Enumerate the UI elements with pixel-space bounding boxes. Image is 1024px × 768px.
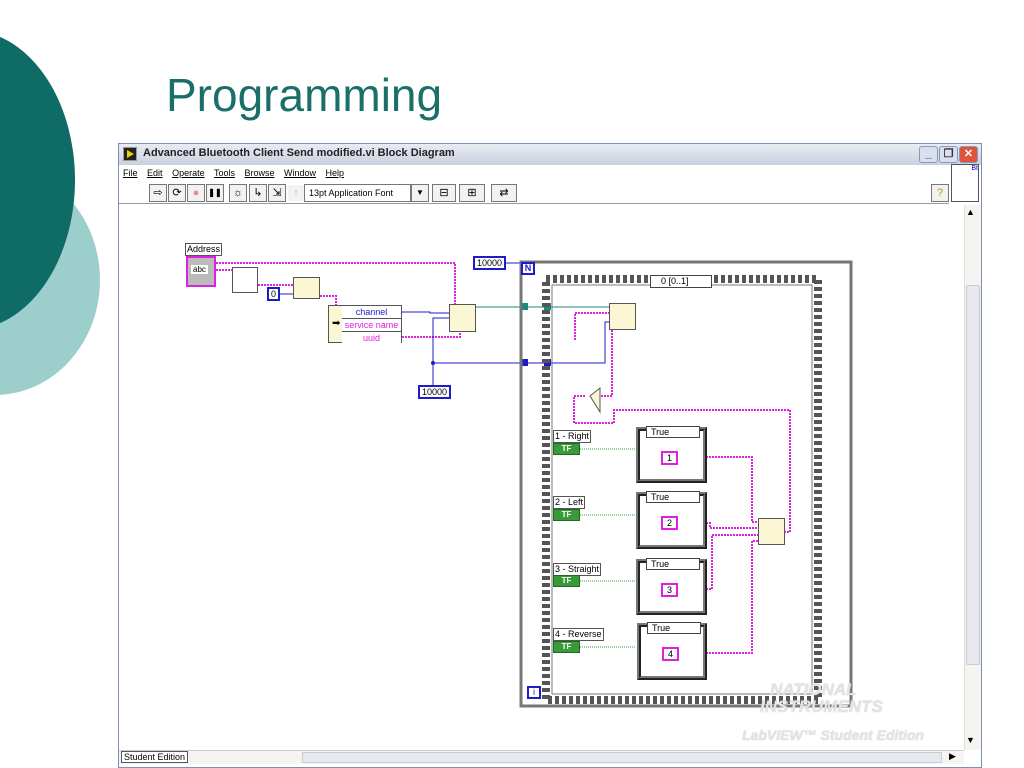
- button-label-reverse: 4 - Reverse: [553, 628, 604, 641]
- cluster-channel: channel: [342, 306, 401, 319]
- cluster-bundle[interactable]: ➡ channel service name uuid: [328, 305, 402, 344]
- case-selector[interactable]: True: [646, 426, 700, 438]
- wires: [216, 260, 853, 708]
- constant-1[interactable]: 1: [661, 451, 678, 465]
- loop-count-terminal[interactable]: N: [521, 262, 535, 275]
- index-array-node[interactable]: [293, 277, 320, 299]
- case-selector[interactable]: True: [647, 622, 701, 634]
- compare-node: [589, 386, 601, 414]
- button-label-left: 2 - Left: [553, 496, 586, 509]
- case-selector[interactable]: True: [646, 558, 700, 570]
- arrow-right-icon: ➡: [332, 318, 341, 329]
- constant-4[interactable]: 4: [662, 647, 679, 661]
- bt-discover-node[interactable]: [232, 267, 258, 293]
- constant-2[interactable]: 2: [661, 516, 678, 530]
- loop-index-terminal: i: [527, 686, 541, 699]
- bt-write-node[interactable]: [609, 303, 636, 330]
- address-control-value: abc: [191, 265, 208, 274]
- wire-channel: [402, 311, 449, 314]
- cluster-service-name: service name: [342, 319, 401, 332]
- button-terminal-left[interactable]: TF: [553, 509, 580, 521]
- timeout-constant-bottom[interactable]: 10000: [418, 385, 452, 399]
- wire-case-2: [703, 522, 760, 529]
- wire-timeout: [432, 317, 449, 392]
- button-terminal-straight[interactable]: TF: [553, 575, 580, 587]
- watermark-labview: LabVIEW™ Student Edition: [742, 727, 924, 743]
- timeout-constant-top[interactable]: 10000: [473, 256, 507, 270]
- case-selector[interactable]: True: [646, 491, 700, 503]
- button-label-right: 1 - Right: [553, 430, 592, 443]
- wire-loop-string: [574, 312, 609, 340]
- wire-uuid: [402, 332, 461, 338]
- button-terminal-reverse[interactable]: TF: [553, 641, 580, 653]
- wire-index: [320, 295, 337, 305]
- build-array-node[interactable]: [758, 518, 785, 545]
- address-control[interactable]: abc: [186, 256, 216, 287]
- wire-junction: [431, 361, 435, 365]
- sequence-selector[interactable]: 0 [0..1]: [650, 275, 712, 288]
- button-terminal-right[interactable]: TF: [553, 443, 580, 455]
- wire-case-1: [703, 456, 760, 523]
- cluster-uuid: uuid: [362, 333, 380, 343]
- index-constant[interactable]: 0: [267, 287, 281, 301]
- bt-open-connection-node[interactable]: [449, 304, 476, 332]
- constant-3[interactable]: 3: [661, 583, 678, 597]
- address-label: Address: [185, 243, 223, 256]
- watermark-instruments: INSTRUMENTS: [760, 697, 883, 716]
